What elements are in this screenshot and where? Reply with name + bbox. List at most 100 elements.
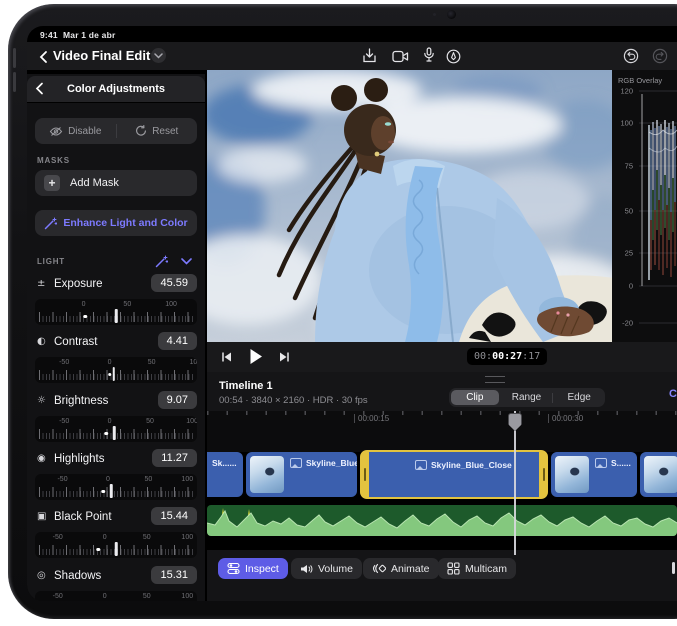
timeline-ruler[interactable]: 00:00:15 00:00:30 xyxy=(207,411,677,438)
redo-icon[interactable] xyxy=(649,47,671,65)
black-point-ruler[interactable]: -50050100 xyxy=(35,532,197,558)
eye-slash-icon xyxy=(49,126,63,137)
timeline-meta: 00:54 · 3840 × 2160 · HDR · 30 fps xyxy=(219,395,368,406)
brightness-ruler[interactable]: -50050100 xyxy=(35,416,197,442)
image-icon xyxy=(290,458,302,468)
slider-scale-label: 100 xyxy=(181,476,193,483)
slider-scale-label: 50 xyxy=(146,418,154,425)
disable-button[interactable]: Disable xyxy=(35,118,116,144)
clip-skyline-blue-close-selected[interactable]: Skyline_Blue_Close xyxy=(360,450,548,499)
pencil-icon[interactable] xyxy=(442,47,464,65)
project-menu-button[interactable] xyxy=(151,48,166,63)
slider-scale-label: -50 xyxy=(59,359,69,366)
exposure-value: 45.59 xyxy=(151,274,197,292)
play-icon[interactable] xyxy=(249,348,263,365)
clipped-edge-button[interactable]: C xyxy=(669,388,677,400)
timecode-display: 00:00:27:17 xyxy=(467,348,547,365)
highlights-icon: ◉ xyxy=(37,453,52,464)
video-viewer xyxy=(207,70,612,342)
slider-scale-label: 100 xyxy=(181,593,193,600)
black-point-slider[interactable]: ▣ Black Point 15.44 -50050100 xyxy=(35,510,197,562)
highlights-slider[interactable]: ◉ Highlights 11.27 -50050100 xyxy=(35,452,197,504)
divider xyxy=(552,393,553,403)
slider-scale-label: 0 xyxy=(82,301,86,308)
status-date: Mar 1 de abr xyxy=(63,30,115,40)
clip-thumbnail xyxy=(250,456,284,493)
undo-icon[interactable] xyxy=(620,47,642,65)
highlights-ruler[interactable]: -50050100 xyxy=(35,474,197,500)
slider-scale-label: 0 xyxy=(106,476,110,483)
exposure-ruler[interactable]: 0 50 100 xyxy=(35,299,197,325)
left-trim-handle[interactable] xyxy=(364,468,366,481)
volume-down-key[interactable] xyxy=(13,72,16,92)
plus-icon: + xyxy=(44,175,60,191)
camera-icon[interactable] xyxy=(389,47,411,65)
timeline-header: Timeline 1 00:54 · 3840 × 2160 · HDR · 3… xyxy=(207,372,677,411)
clip-skyline-short[interactable]: S...... xyxy=(551,452,637,497)
clip-skyline-partial[interactable]: Sk...... xyxy=(207,452,243,497)
right-trim-handle[interactable] xyxy=(543,468,545,481)
contrast-value: 4.41 xyxy=(158,332,197,350)
ruler-ticks xyxy=(207,411,677,415)
light-wand-icon[interactable] xyxy=(155,255,168,268)
brightness-slider[interactable]: ☼ Brightness 9.07 -50050100 xyxy=(35,394,197,446)
image-icon xyxy=(415,460,427,470)
inspect-button[interactable]: Inspect xyxy=(218,558,288,579)
edit-mode-segmented-control: Clip Range Edge xyxy=(449,388,605,407)
skip-forward-icon[interactable] xyxy=(278,351,290,363)
exposure-slider[interactable]: ± Exposure 45.59 050100 xyxy=(35,277,197,329)
audio-waveform xyxy=(207,505,677,536)
light-collapse-chevron-icon[interactable] xyxy=(181,258,192,265)
mode-edge[interactable]: Edge xyxy=(555,390,603,405)
slider-scale-label: 0 xyxy=(103,593,107,600)
back-icon[interactable] xyxy=(32,48,54,66)
slider-scale-label: -50 xyxy=(53,534,63,541)
timeline-drag-handle[interactable] xyxy=(485,376,505,383)
audio-track[interactable] xyxy=(207,505,677,536)
multicam-button[interactable]: Multicam xyxy=(438,558,516,579)
black-point-icon: ▣ xyxy=(37,511,52,522)
slider-scale-label: 100 xyxy=(165,301,177,308)
enhance-light-color-button[interactable]: Enhance Light and Color xyxy=(35,210,197,236)
color-adjustments-panel: Color Adjustments Disable Reset MASKS + … xyxy=(27,74,205,601)
volume-up-key[interactable] xyxy=(13,48,16,68)
highlights-value: 11.27 xyxy=(152,449,197,467)
import-icon[interactable] xyxy=(358,47,380,65)
clip-partial-right[interactable] xyxy=(640,452,677,497)
skip-back-icon[interactable] xyxy=(221,351,233,363)
animate-button[interactable]: Animate xyxy=(363,558,439,579)
shadows-ruler[interactable]: -50050100 xyxy=(35,591,197,601)
slider-scale-label: -50 xyxy=(57,476,67,483)
panel-header: Color Adjustments xyxy=(27,76,205,102)
front-camera xyxy=(447,10,456,19)
slider-scale-label: 50 xyxy=(123,301,131,308)
grid-icon xyxy=(447,562,460,575)
slider-scale-label: 0 xyxy=(108,418,112,425)
contrast-icon: ◐ xyxy=(37,336,52,347)
mode-clip[interactable]: Clip xyxy=(451,390,499,405)
clip-thumbnail xyxy=(644,456,677,493)
light-section-header: LIGHT xyxy=(37,255,195,269)
scope-waveform xyxy=(612,70,677,342)
panel-back-icon[interactable] xyxy=(35,82,44,95)
reset-button[interactable]: Reset xyxy=(117,118,198,144)
add-mask-button[interactable]: + Add Mask xyxy=(35,170,197,196)
clip-skyline-blue-wide[interactable]: Skyline_Blue_Wide xyxy=(246,452,357,497)
shadows-slider[interactable]: ◎ Shadows 15.31 -50050100 xyxy=(35,569,197,601)
volume-button[interactable]: Volume xyxy=(291,558,362,579)
contrast-ruler[interactable]: -50050100 xyxy=(35,357,197,383)
status-time: 9:41 xyxy=(40,30,58,40)
microphone-icon[interactable] xyxy=(418,46,440,64)
slider-scale-label: 0 xyxy=(103,534,107,541)
video-frame-artwork xyxy=(207,70,612,342)
slider-scale-label: 50 xyxy=(148,359,156,366)
light-heading: LIGHT xyxy=(37,257,65,266)
mode-range[interactable]: Range xyxy=(503,390,551,405)
playhead-line[interactable] xyxy=(514,411,516,555)
contrast-slider[interactable]: ◐ Contrast 4.41 -50050100 xyxy=(35,335,197,387)
rgb-overlay-scope: RGB Overlay 120 100 75 50 25 0 -20 xyxy=(612,70,677,342)
slider-scale-label: 50 xyxy=(143,593,151,600)
timeline-title: Timeline 1 xyxy=(219,380,273,392)
reset-icon xyxy=(135,125,147,137)
ambient-sensor xyxy=(433,13,436,16)
